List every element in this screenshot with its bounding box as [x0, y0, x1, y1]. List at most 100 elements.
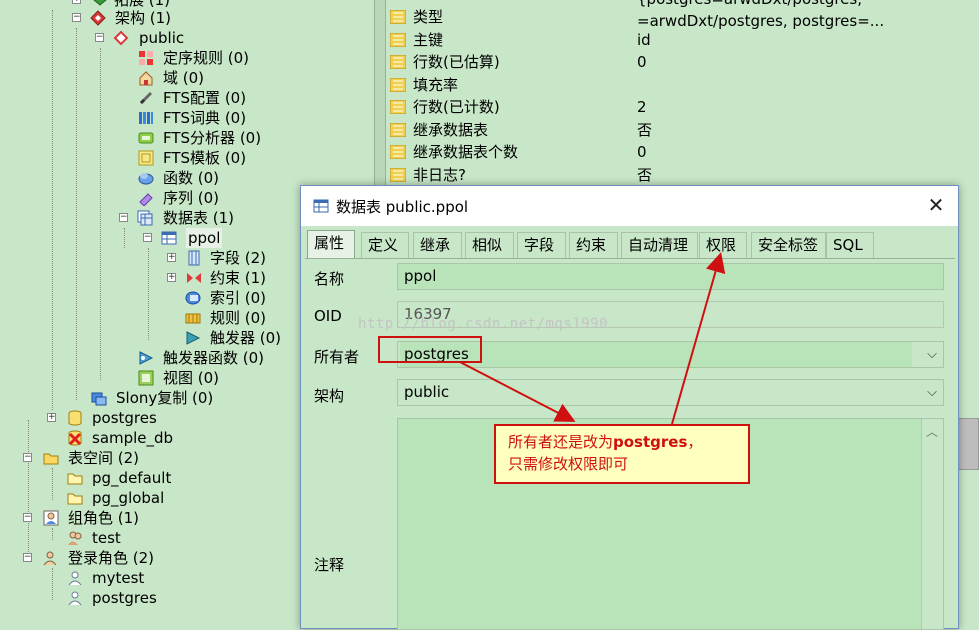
tab-properties[interactable]: 属性	[307, 230, 355, 258]
tablespace-icon	[67, 493, 83, 505]
tables-icon	[137, 210, 153, 226]
table-icon	[161, 231, 177, 245]
close-button[interactable]: ✕	[924, 194, 948, 218]
collation-icon	[139, 51, 153, 65]
fts-config-icon	[139, 91, 153, 105]
tab-sql[interactable]: SQL	[826, 232, 874, 258]
comment-scrollbar[interactable]: ︿	[921, 419, 943, 629]
columns-icon	[188, 250, 200, 266]
property-icon	[390, 32, 406, 47]
collapse-toggle[interactable]: −	[23, 553, 32, 562]
sequence-icon	[139, 193, 153, 206]
dialog-titlebar[interactable]: 数据表 public.ppol ✕	[301, 186, 958, 226]
owner-label: 所有者	[314, 348, 360, 366]
property-icon	[390, 167, 406, 182]
properties-panel: {postgres=arwdDxt/postgres, =arwdDxt/pos…	[386, 0, 979, 190]
tree-guide-line	[52, 528, 53, 540]
expand-toggle[interactable]: +	[167, 253, 176, 262]
tab-inheritance[interactable]: 继承	[413, 232, 462, 258]
tab-security-labels[interactable]: 安全标签	[751, 232, 826, 258]
callout-line-1: 所有者还是改为postgres，	[508, 433, 703, 451]
tree-guide-line	[124, 228, 125, 248]
expand-toggle[interactable]: +	[47, 413, 56, 422]
table-icon	[313, 199, 329, 213]
trigger-functions-icon	[139, 351, 154, 365]
expand-toggle[interactable]: +	[72, 0, 81, 4]
database-icon	[68, 410, 82, 426]
property-icon	[390, 10, 406, 24]
property-row[interactable]: 类型	[386, 6, 979, 29]
tree-guide-line	[100, 48, 101, 380]
views-icon	[138, 370, 154, 386]
name-label: 名称	[314, 270, 345, 288]
tablespace-icon	[67, 473, 83, 485]
login-roles-icon	[43, 551, 57, 566]
annotation-callout: 所有者还是改为postgres， 只需修改权限即可	[494, 424, 750, 484]
schema-public-icon	[113, 30, 129, 46]
oid-label: OID	[314, 307, 342, 325]
property-row[interactable]: 行数(已计数) 2	[386, 96, 979, 119]
function-icon	[138, 173, 154, 185]
database-disconnected-icon	[68, 430, 82, 446]
tab-divider	[305, 258, 955, 259]
tree-guide-line	[52, 468, 53, 500]
schema-icon	[90, 10, 106, 26]
triggers-icon	[186, 331, 201, 345]
tab-definition[interactable]: 定义	[361, 232, 409, 258]
property-row[interactable]: 填充率	[386, 74, 979, 97]
tab-privileges[interactable]: 权限	[699, 232, 747, 258]
constraints-icon	[187, 273, 201, 283]
chevron-down-icon[interactable]: ⌵	[927, 380, 937, 405]
property-icon	[390, 55, 406, 69]
dialog-title: 数据表 public.ppol	[336, 198, 469, 216]
owner-highlight-box	[378, 336, 482, 363]
collapse-toggle[interactable]: −	[23, 513, 32, 522]
watermark: http://blog.csdn.net/mqs1990	[358, 316, 609, 332]
group-role-icon	[68, 531, 82, 545]
tree-guide-line	[148, 248, 149, 340]
indexes-icon	[185, 291, 201, 305]
name-field[interactable]: ppol	[397, 263, 944, 290]
property-icon	[390, 100, 406, 114]
property-row[interactable]: 继承数据表 否	[386, 119, 979, 142]
property-row[interactable]: 继承数据表个数 0	[386, 141, 979, 164]
tablespaces-icon	[43, 453, 59, 465]
group-roles-icon	[43, 510, 59, 526]
property-row[interactable]: 主键 id	[386, 29, 979, 52]
collapse-toggle[interactable]: −	[143, 233, 152, 242]
collapse-toggle[interactable]: −	[72, 13, 81, 22]
extension-icon	[93, 0, 107, 6]
slony-icon	[91, 392, 107, 406]
rules-icon	[185, 313, 201, 324]
collapse-toggle[interactable]: −	[119, 213, 128, 222]
login-role-icon	[68, 591, 82, 606]
tree-guide-line	[76, 28, 77, 400]
tab-like[interactable]: 相似	[465, 232, 514, 258]
tree-guide-line	[28, 420, 29, 560]
schema-select[interactable]: public ⌵	[397, 379, 944, 406]
table-properties-dialog: 数据表 public.ppol ✕ 属性 定义 继承 相似 字段 约束 自动清理…	[300, 185, 959, 630]
schema-label: 架构	[314, 387, 345, 405]
background-scrollbar[interactable]	[958, 418, 979, 470]
tree-guide-line	[52, 568, 53, 600]
comment-label: 注释	[314, 556, 345, 574]
expand-toggle[interactable]: +	[167, 273, 176, 282]
login-role-icon	[68, 571, 82, 586]
tab-constraints[interactable]: 约束	[569, 232, 618, 258]
property-row[interactable]: 行数(已估算) 0	[386, 51, 979, 74]
domain-icon	[139, 71, 153, 86]
tab-autovacuum[interactable]: 自动清理	[621, 232, 698, 258]
chevron-down-icon[interactable]: ⌵	[927, 342, 937, 367]
fts-template-icon	[138, 150, 154, 166]
property-icon	[390, 145, 406, 159]
property-icon	[390, 77, 406, 92]
tree-guide-line	[52, 10, 53, 410]
collapse-toggle[interactable]: −	[95, 33, 104, 42]
tab-columns[interactable]: 字段	[517, 232, 566, 258]
fts-parser-icon	[138, 132, 154, 144]
fts-dictionary-icon	[139, 112, 153, 124]
chevron-up-icon[interactable]: ︿	[926, 423, 938, 440]
collapse-toggle[interactable]: −	[23, 453, 32, 462]
property-row[interactable]: 非日志? 否	[386, 164, 979, 187]
property-icon	[390, 122, 406, 137]
